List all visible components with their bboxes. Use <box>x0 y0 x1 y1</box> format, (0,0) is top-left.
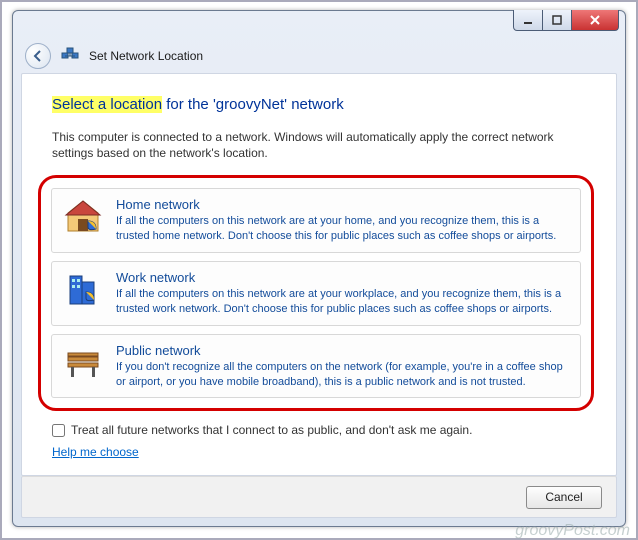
page-heading: Select a location for the 'groovyNet' ne… <box>52 96 586 113</box>
footer-bar: Cancel <box>21 476 617 518</box>
work-shield-icon <box>62 270 104 312</box>
option-desc: If you don't recognize all the computers… <box>116 360 570 390</box>
maximize-button[interactable] <box>543 10 572 31</box>
option-title: Home network <box>116 197 570 212</box>
dialog-title: Set Network Location <box>89 49 203 63</box>
cancel-button[interactable]: Cancel <box>526 486 602 509</box>
dialog-window: Set Network Location Select a location f… <box>12 10 626 527</box>
minimize-button[interactable] <box>513 10 543 31</box>
option-title: Work network <box>116 270 570 285</box>
watermark: groovyPost.com <box>515 522 630 540</box>
option-desc: If all the computers on this network are… <box>116 287 570 317</box>
intro-text: This computer is connected to a network.… <box>52 129 572 161</box>
public-bench-icon <box>62 343 104 385</box>
option-public-network[interactable]: Public network If you don't recognize al… <box>51 334 581 399</box>
network-center-icon <box>61 47 79 66</box>
heading-rest: for the 'groovyNet' network <box>162 96 344 113</box>
client-area: Select a location for the 'groovyNet' ne… <box>21 73 617 476</box>
back-button[interactable] <box>25 43 51 69</box>
titlebar <box>13 11 625 39</box>
heading-highlight: Select a location <box>52 96 162 113</box>
treat-public-label: Treat all future networks that I connect… <box>71 423 472 437</box>
option-title: Public network <box>116 343 570 358</box>
close-button[interactable] <box>572 10 619 31</box>
option-work-network[interactable]: Work network If all the computers on thi… <box>51 261 581 326</box>
option-desc: If all the computers on this network are… <box>116 214 570 244</box>
option-home-network[interactable]: Home network If all the computers on thi… <box>51 188 581 253</box>
treat-public-row[interactable]: Treat all future networks that I connect… <box>52 423 586 437</box>
treat-public-checkbox[interactable] <box>52 424 65 437</box>
help-me-choose-link[interactable]: Help me choose <box>52 445 139 459</box>
home-shield-icon <box>62 197 104 239</box>
options-highlight-box: Home network If all the computers on thi… <box>38 175 594 411</box>
